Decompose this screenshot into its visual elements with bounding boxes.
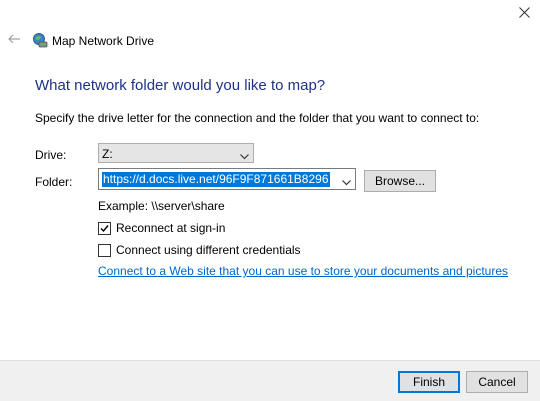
finish-button[interactable]: Finish [398, 371, 460, 393]
checkmark-icon [100, 224, 109, 232]
credentials-checkbox-row[interactable]: Connect using different credentials [98, 243, 301, 257]
folder-input[interactable]: https://d.docs.live.net/96F9F871661B8296 [98, 168, 356, 190]
page-heading: What network folder would you like to ma… [35, 77, 326, 94]
reconnect-checkbox-row[interactable]: Reconnect at sign-in [98, 221, 225, 235]
drive-select-value: Z: [102, 147, 113, 161]
browse-button[interactable]: Browse... [364, 170, 436, 192]
web-site-link[interactable]: Connect to a Web site that you can use t… [98, 264, 508, 278]
folder-input-value: https://d.docs.live.net/96F9F871661B8296 [102, 172, 330, 187]
window-title: Map Network Drive [52, 34, 155, 48]
reconnect-checkbox[interactable] [98, 221, 111, 235]
chevron-down-icon[interactable] [342, 175, 351, 189]
credentials-label: Connect using different credentials [116, 243, 301, 257]
close-button[interactable] [508, 0, 540, 28]
credentials-checkbox[interactable] [98, 243, 111, 257]
instruction-text: Specify the drive letter for the connect… [35, 111, 480, 125]
drive-select[interactable]: Z: [98, 143, 254, 163]
close-icon [518, 7, 530, 21]
drive-label: Drive: [35, 148, 67, 162]
cancel-button[interactable]: Cancel [466, 371, 528, 393]
back-button[interactable] [4, 30, 24, 50]
network-drive-icon [32, 32, 48, 48]
chevron-down-icon [240, 149, 249, 163]
example-text: Example: \\server\share [98, 199, 225, 213]
folder-label: Folder: [35, 175, 73, 189]
reconnect-label: Reconnect at sign-in [116, 221, 226, 235]
back-arrow-icon [7, 33, 21, 47]
